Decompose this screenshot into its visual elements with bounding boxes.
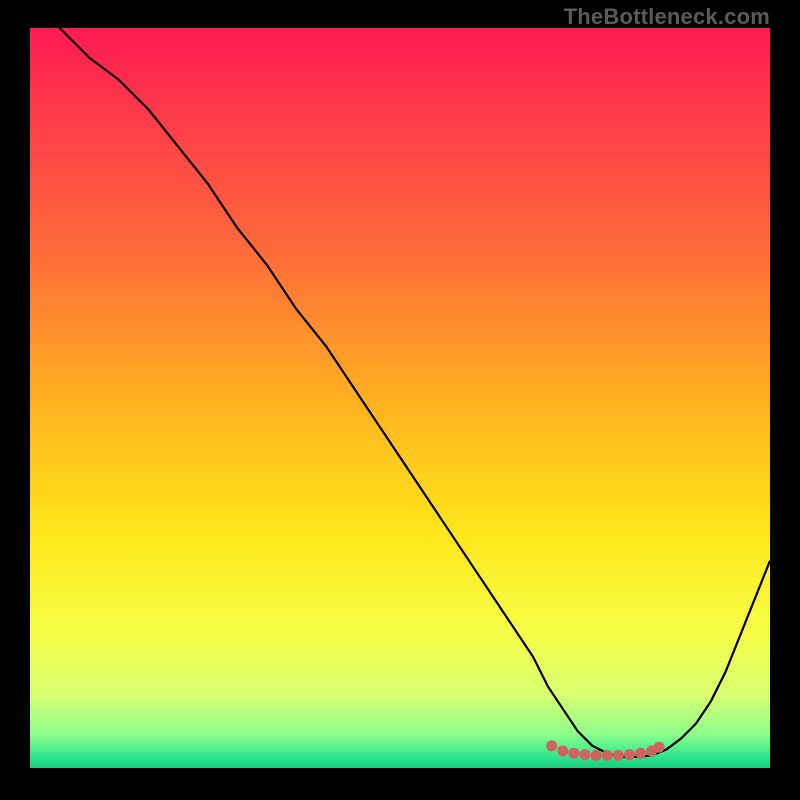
bottom-marker bbox=[635, 748, 646, 759]
bottom-marker bbox=[654, 742, 665, 753]
bottom-marker bbox=[557, 745, 568, 756]
bottom-marker bbox=[546, 740, 557, 751]
watermark-text: TheBottleneck.com bbox=[564, 4, 770, 30]
gradient-background bbox=[30, 28, 770, 768]
bottom-marker bbox=[602, 750, 613, 761]
bottom-marker bbox=[568, 748, 579, 759]
plot-area bbox=[30, 28, 770, 768]
chart-svg bbox=[30, 28, 770, 768]
bottom-marker bbox=[591, 750, 602, 761]
bottom-marker bbox=[580, 749, 591, 760]
bottom-marker bbox=[624, 749, 635, 760]
bottom-marker bbox=[613, 750, 624, 761]
chart-frame: TheBottleneck.com bbox=[0, 0, 800, 800]
